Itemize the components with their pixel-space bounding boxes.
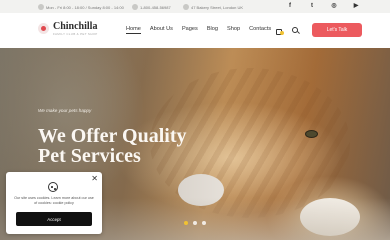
hero-headline: We Offer Quality Pet Services: [38, 125, 187, 167]
nav-blog[interactable]: Blog: [207, 26, 218, 32]
address-info: 47 Bakery Street, London UK: [183, 4, 243, 10]
close-icon[interactable]: ✕: [91, 175, 98, 183]
nav-pages[interactable]: Pages: [182, 26, 198, 32]
nav-about-us[interactable]: About Us: [150, 26, 173, 32]
clock-icon: [38, 4, 44, 10]
cookie-icon: [48, 182, 58, 192]
top-info-bar: Mon - Fri 8:00 - 18:00 / Sunday 8:00 - 1…: [0, 0, 390, 13]
accept-button[interactable]: Accept: [16, 212, 92, 226]
cart-icon[interactable]: [276, 27, 284, 35]
cart-badge: [280, 31, 284, 35]
social-links: f t ◎ ▶: [286, 3, 360, 10]
paw-logo-icon: [38, 23, 49, 34]
nav-home[interactable]: Home: [126, 26, 141, 34]
brand-tagline: FAMILY CLUB & PET SHOP: [53, 32, 98, 36]
hours-info: Mon - Fri 8:00 - 18:00 / Sunday 8:00 - 1…: [38, 4, 124, 10]
phone-info[interactable]: 1-800-458-56987: [132, 4, 171, 10]
phone-icon: [132, 4, 138, 10]
nav-shop[interactable]: Shop: [227, 26, 240, 32]
phone-text[interactable]: 1-800-458-56987: [140, 5, 171, 10]
cookie-popup: ✕ Our site uses cookies. Learn more abou…: [6, 172, 102, 234]
hours-text: Mon - Fri 8:00 - 18:00 / Sunday 8:00 - 1…: [46, 4, 124, 10]
twitter-icon[interactable]: t: [308, 3, 316, 10]
brand-name: Chinchilla: [53, 21, 98, 32]
address-text: 47 Bakery Street, London UK: [191, 4, 244, 10]
nav-contacts[interactable]: Contacts: [249, 26, 271, 32]
slider-dots: [184, 221, 206, 225]
facebook-icon[interactable]: f: [286, 3, 294, 10]
slider-dot[interactable]: [193, 221, 197, 225]
slider-dot[interactable]: [202, 221, 206, 225]
cookie-text: Our site uses cookies. Learn more about …: [14, 196, 94, 205]
slider-dot[interactable]: [184, 221, 188, 225]
site-logo[interactable]: Chinchilla FAMILY CLUB & PET SHOP: [38, 21, 98, 36]
main-nav: Home About Us Pages Blog Shop Contacts: [126, 26, 271, 34]
lets-talk-button[interactable]: Let's Talk: [312, 23, 362, 37]
location-icon: [183, 4, 189, 10]
search-icon[interactable]: [292, 27, 300, 35]
site-header: Chinchilla FAMILY CLUB & PET SHOP Home A…: [0, 13, 390, 48]
search-handle: [297, 31, 300, 34]
instagram-icon[interactable]: ◎: [330, 3, 338, 10]
youtube-icon[interactable]: ▶: [352, 3, 360, 10]
hero-kicker: We make your pets happy: [38, 108, 92, 113]
logo-text: Chinchilla FAMILY CLUB & PET SHOP: [53, 21, 98, 36]
